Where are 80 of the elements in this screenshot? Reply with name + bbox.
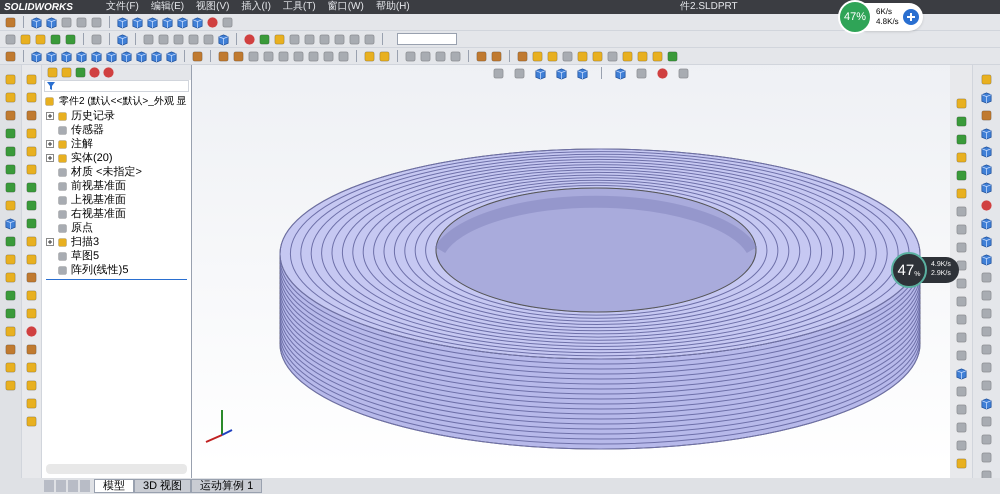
cube-icon[interactable]: [980, 235, 993, 248]
sphere-icon[interactable]: [243, 32, 256, 46]
tab[interactable]: 模型: [94, 479, 134, 493]
cube-icon[interactable]: [30, 16, 43, 28]
cube-icon[interactable]: [150, 50, 163, 62]
cube-icon[interactable]: [4, 217, 17, 230]
cube-icon[interactable]: [176, 16, 189, 28]
cube-icon[interactable]: [105, 50, 118, 62]
cube-icon[interactable]: [954, 367, 968, 380]
cube-icon[interactable]: [90, 50, 103, 62]
tree-item[interactable]: 扫描3: [71, 234, 100, 250]
cube-icon[interactable]: [60, 50, 73, 62]
cube-icon[interactable]: [980, 127, 993, 140]
cube-icon[interactable]: [576, 67, 589, 80]
cube-icon[interactable]: [534, 67, 547, 80]
cube-icon[interactable]: [116, 32, 129, 46]
tree-item[interactable]: 草图5: [71, 248, 100, 264]
tree-item[interactable]: 注解: [71, 136, 93, 152]
cube-icon[interactable]: [131, 16, 144, 28]
cube-icon[interactable]: [75, 50, 88, 62]
cube-icon[interactable]: [614, 67, 627, 80]
cube-icon[interactable]: [980, 145, 993, 158]
sphere-icon[interactable]: [980, 199, 993, 212]
cube-icon[interactable]: [135, 50, 148, 62]
add-button[interactable]: [902, 9, 919, 25]
expand-icon[interactable]: [46, 112, 54, 120]
cube-icon[interactable]: [30, 50, 43, 62]
tree-item[interactable]: 历史记录: [71, 108, 115, 124]
cube-icon[interactable]: [980, 397, 993, 410]
download-speed: 4.8K/s: [876, 17, 899, 27]
cube-icon[interactable]: [45, 16, 58, 28]
axis-triad-icon: [206, 410, 232, 443]
tab[interactable]: 3D 视图: [134, 479, 192, 493]
sphere-icon[interactable]: [102, 66, 115, 79]
menu-item[interactable]: 编辑(E): [150, 2, 184, 12]
cube-icon[interactable]: [980, 253, 993, 266]
tree-item[interactable]: 上视基准面: [71, 192, 126, 208]
cube-icon[interactable]: [980, 91, 993, 104]
expand-icon[interactable]: [46, 238, 54, 246]
sphere-icon[interactable]: [88, 66, 101, 79]
menu-item[interactable]: 帮助(H): [376, 2, 410, 12]
tab[interactable]: 运动算例 1: [191, 479, 262, 493]
cube-icon[interactable]: [980, 181, 993, 194]
tree-item[interactable]: 阵列(线性)5: [71, 262, 128, 278]
tree-item[interactable]: 前视基准面: [71, 178, 126, 194]
cube-icon[interactable]: [555, 67, 568, 80]
tree-item[interactable]: 原点: [71, 220, 93, 236]
menu-item[interactable]: 视图(V): [196, 2, 230, 12]
cube-icon[interactable]: [217, 32, 230, 46]
cube-icon[interactable]: [191, 16, 204, 28]
menu-item[interactable]: 插入(I): [241, 2, 271, 12]
menu-item[interactable]: 工具(T): [282, 2, 316, 12]
cube-icon[interactable]: [165, 50, 178, 62]
tree-item[interactable]: 材质 <未指定>: [71, 164, 142, 180]
cube-icon[interactable]: [120, 50, 133, 62]
tree-root[interactable]: 零件2 (默认<<默认>_外观 显: [59, 94, 187, 109]
upload-speed: 6K/s: [876, 7, 894, 17]
expand-icon[interactable]: [46, 140, 54, 148]
menu-item[interactable]: 窗口(W): [328, 2, 364, 12]
filter-field[interactable]: [44, 80, 189, 92]
cube-icon[interactable]: [116, 16, 129, 28]
percent-value: 47: [898, 263, 914, 278]
sphere-icon[interactable]: [656, 67, 669, 80]
app-logo: SOLIDWORKS: [4, 0, 74, 14]
tree-item[interactable]: 传感器: [71, 122, 104, 138]
cube-icon[interactable]: [980, 217, 993, 230]
tree-item[interactable]: 右视基准面: [71, 206, 126, 222]
dropdown-field[interactable]: [397, 33, 457, 45]
expand-icon[interactable]: [46, 154, 54, 162]
cube-icon[interactable]: [980, 163, 993, 176]
cube-icon[interactable]: [161, 16, 174, 28]
plus-icon: [906, 13, 915, 21]
tree-item[interactable]: 实体(20): [71, 150, 113, 166]
filter-icon: [47, 82, 55, 90]
cube-icon[interactable]: [45, 50, 58, 62]
sphere-icon[interactable]: [206, 16, 219, 28]
window-title: 件2.SLDPRT: [680, 2, 738, 12]
cube-icon[interactable]: [146, 16, 159, 28]
menu-item[interactable]: 文件(F): [106, 2, 139, 12]
sphere-icon[interactable]: [25, 325, 38, 338]
